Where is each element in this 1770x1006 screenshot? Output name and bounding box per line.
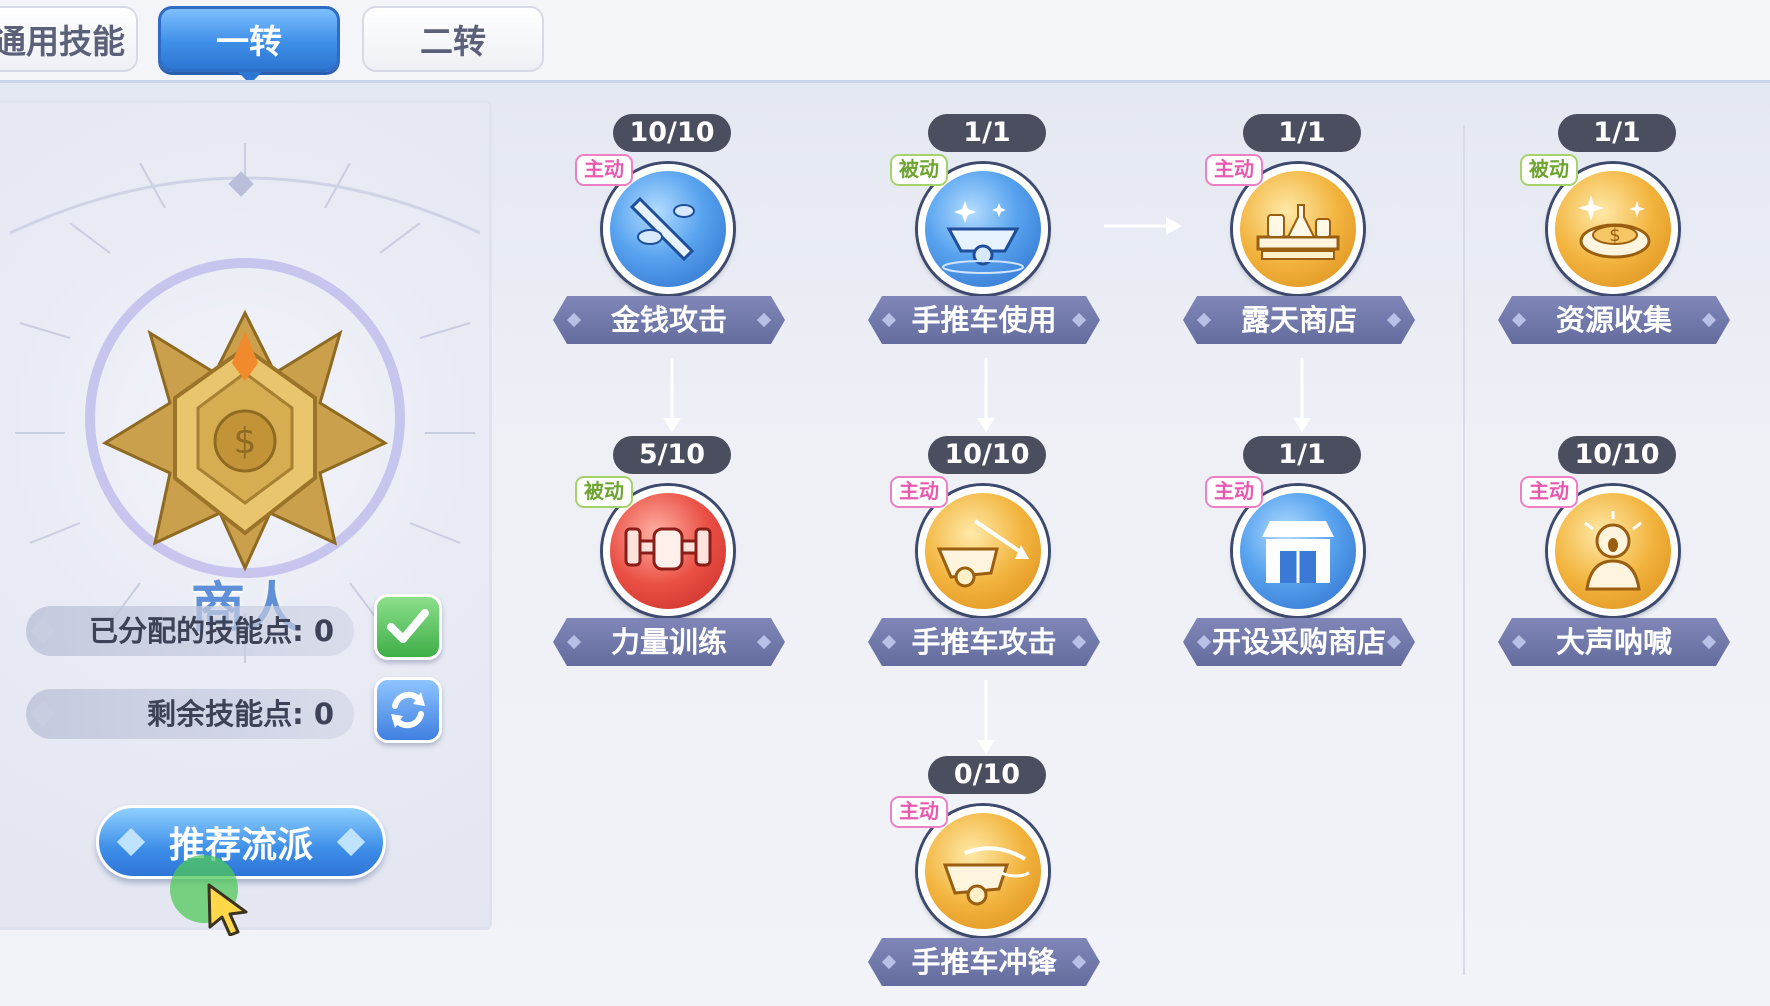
tab-second-job[interactable]: 二转 — [362, 6, 544, 72]
skill-level: 10/10 — [928, 436, 1046, 474]
skill-level: 1/1 — [1243, 114, 1361, 152]
arrow-down-icon — [663, 358, 681, 432]
svg-text:$: $ — [234, 421, 257, 462]
skill-level: 1/1 — [1558, 114, 1676, 152]
skill-node-money-attack[interactable]: 10/10 主动 金钱攻击 — [553, 114, 803, 364]
skill-name: 资源收集 — [1498, 296, 1730, 344]
tab-general-skills[interactable]: 通用技能 — [0, 6, 138, 72]
active-tag: 主动 — [1520, 476, 1578, 508]
svg-text:$: $ — [1609, 225, 1620, 246]
skill-node-strength-training[interactable]: 5/10 被动 力量训练 — [553, 436, 803, 686]
recommend-build-button[interactable]: 推荐流派 — [96, 805, 386, 879]
skill-node-cart-usage[interactable]: 1/1 被动 手推车使用 — [868, 114, 1118, 364]
diamond-icon — [30, 618, 56, 644]
skill-node-loud-shout[interactable]: 10/10 主动 大声呐喊 — [1498, 436, 1748, 686]
skill-node-cart-charge[interactable]: 0/10 主动 手推车冲锋 — [868, 756, 1118, 1006]
active-tag: 主动 — [890, 796, 948, 828]
skill-name: 手推车使用 — [868, 296, 1100, 344]
skill-name: 开设采购商店 — [1183, 618, 1415, 666]
tab-first-job[interactable]: 一转 — [158, 6, 340, 72]
skill-level: 0/10 — [928, 756, 1046, 794]
passive-tag: 被动 — [575, 476, 633, 508]
skill-name: 金钱攻击 — [553, 296, 785, 344]
skill-node-open-air-shop[interactable]: 1/1 主动 露天商店 — [1183, 114, 1433, 364]
passive-tag: 被动 — [890, 154, 948, 186]
remaining-points-label: 剩余技能点: 0 — [147, 697, 334, 731]
allocated-points-row: 已分配的技能点: 0 — [26, 606, 354, 656]
active-tag: 主动 — [890, 476, 948, 508]
arrow-down-icon — [977, 358, 995, 432]
sparkle-icon — [336, 827, 366, 857]
job-tabs: 通用技能 一转 二转 — [0, 0, 1770, 86]
skill-level: 10/10 — [613, 114, 731, 152]
pointer-cursor-icon — [207, 883, 248, 936]
skill-node-open-purchase-shop[interactable]: 1/1 主动 开设采购商店 — [1183, 436, 1433, 686]
skill-level: 1/1 — [928, 114, 1046, 152]
reset-button[interactable] — [374, 677, 442, 743]
remaining-points-row: 剩余技能点: 0 — [26, 689, 354, 739]
skill-node-resource-collection[interactable]: 1/1 $ 被动 资源收集 — [1498, 114, 1748, 364]
skill-name: 露天商店 — [1183, 296, 1415, 344]
skill-name: 手推车冲锋 — [868, 938, 1100, 986]
refresh-icon — [391, 691, 425, 729]
allocated-points-label: 已分配的技能点: 0 — [89, 614, 334, 648]
checkmark-icon — [387, 609, 429, 643]
merchant-emblem-icon: $ — [101, 309, 389, 572]
diamond-icon — [30, 701, 56, 727]
active-tag: 主动 — [1205, 476, 1263, 508]
sparkle-icon — [116, 827, 146, 857]
skill-name: 大声呐喊 — [1498, 618, 1730, 666]
skill-level: 1/1 — [1243, 436, 1361, 474]
skill-name: 手推车攻击 — [868, 618, 1100, 666]
arrow-down-icon — [977, 680, 995, 754]
skill-level: 5/10 — [613, 436, 731, 474]
arrow-down-icon — [1293, 358, 1311, 432]
skill-level: 10/10 — [1558, 436, 1676, 474]
skill-node-cart-attack[interactable]: 10/10 主动 手推车攻击 — [868, 436, 1118, 686]
skill-name: 力量训练 — [553, 618, 785, 666]
passive-tag: 被动 — [1520, 154, 1578, 186]
active-tag: 主动 — [575, 154, 633, 186]
column-divider — [1463, 125, 1465, 975]
active-tag: 主动 — [1205, 154, 1263, 186]
confirm-button[interactable] — [374, 594, 442, 660]
